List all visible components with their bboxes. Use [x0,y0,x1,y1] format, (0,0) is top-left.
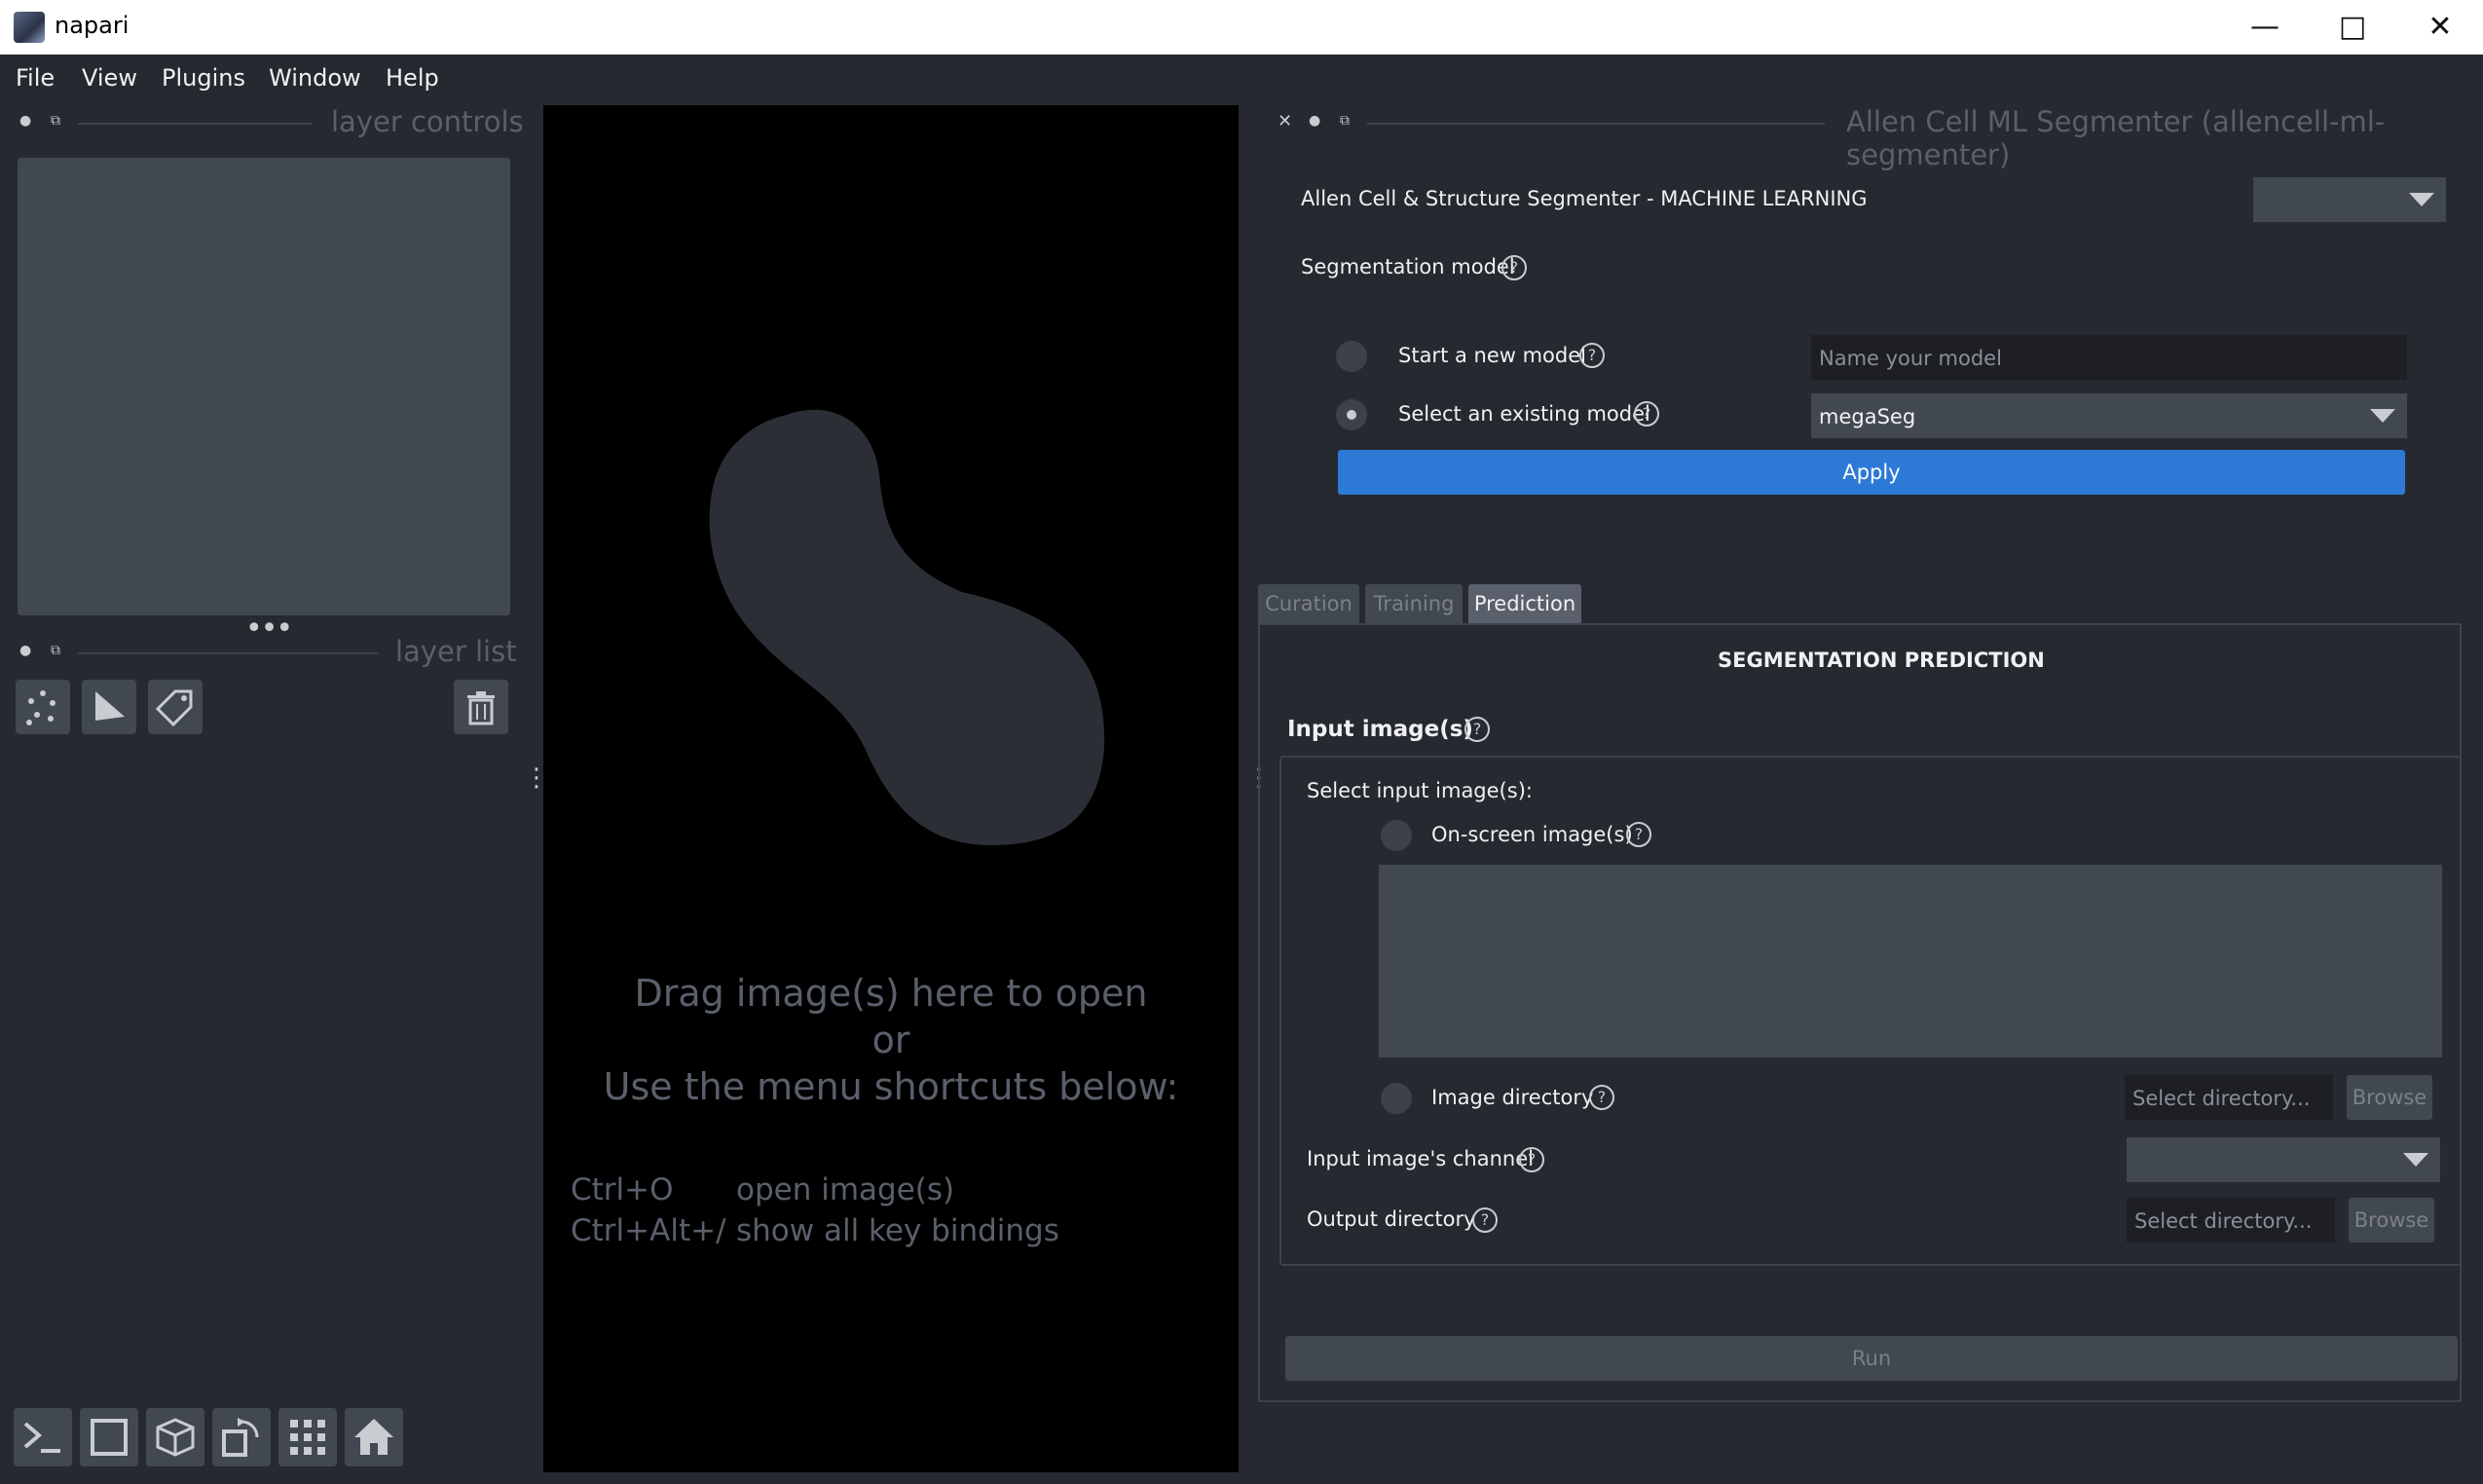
reset-view-button[interactable] [345,1408,403,1466]
shortcut-keys: Ctrl+O [571,1172,674,1207]
select-existing-model-label: Select an existing model [1398,402,1650,426]
output-directory-browse-button[interactable]: Browse [2349,1198,2434,1243]
3d-view-button[interactable] [146,1408,204,1466]
dock-close-icon[interactable]: ● [19,643,31,658]
dock-float-icon[interactable]: ⧉ [51,113,60,129]
chevron-down-icon [2403,1153,2428,1167]
output-directory-label: Output directory [1307,1207,1476,1231]
roll-dims-button[interactable] [212,1408,271,1466]
maximize-icon[interactable]: □ [2325,8,2380,47]
image-directory-browse-button[interactable]: Browse [2347,1075,2432,1120]
existing-model-dropdown[interactable]: megaSeg [1811,393,2407,438]
help-icon[interactable]: ? [1589,1085,1614,1110]
plugin-float-icon[interactable]: ⧉ [1340,113,1350,129]
channel-dropdown[interactable] [2127,1137,2440,1182]
menu-window[interactable]: Window [269,64,361,92]
layer-controls-title: layer controls [331,105,524,138]
shortcut-action: show all key bindings [736,1213,1059,1248]
menu-plugins[interactable]: Plugins [162,64,245,92]
help-icon[interactable]: ? [1579,343,1605,368]
dock-splitter-handle[interactable]: ••• [245,612,293,646]
welcome-line-3: Use the menu shortcuts below: [603,1065,1179,1108]
console-button[interactable] [14,1408,72,1466]
new-shapes-layer-button[interactable] [82,680,136,734]
2d-view-icon [91,1419,128,1456]
window-title: napari [55,12,130,39]
image-directory-input[interactable]: Select directory... [2125,1075,2333,1120]
start-new-model-label: Start a new model [1398,344,1586,367]
minimize-icon[interactable]: — [2238,8,2292,47]
layer-list-title: layer list [395,635,517,668]
header-dropdown[interactable] [2253,177,2446,222]
new-points-layer-button[interactable] [16,680,70,734]
help-icon[interactable]: ? [1634,401,1659,427]
dock-close-icon[interactable]: ● [19,113,31,129]
output-directory-input[interactable]: Select directory... [2127,1198,2335,1243]
menu-file[interactable]: File [16,64,55,92]
image-directory-label: Image directory [1431,1086,1594,1109]
dock-divider [78,123,312,125]
title-bar: napari — □ ✕ [0,0,2483,55]
dock-divider [1367,123,1825,125]
run-button[interactable]: Run [1285,1336,2458,1381]
roll-icon [222,1418,259,1457]
dock-divider [78,652,378,654]
help-icon[interactable]: ? [1472,1207,1498,1233]
napari-logo-icon [14,12,45,43]
plugin-close-icon[interactable]: ✕ [1278,111,1292,131]
section-title: SEGMENTATION PREDICTION [1718,649,2045,672]
help-icon[interactable]: ? [1464,717,1490,742]
shortcut-action: open image(s) [736,1172,955,1207]
grid-icon [290,1420,325,1455]
console-icon [23,1422,60,1453]
welcome-line-1: Drag image(s) here to open [634,972,1148,1015]
onscreen-images-radio[interactable] [1381,820,1412,851]
image-directory-radio[interactable] [1381,1083,1412,1114]
2d-3d-toggle-button[interactable] [80,1408,138,1466]
model-name-input[interactable]: Name your model [1811,335,2407,380]
plugin-hide-icon[interactable]: ● [1309,113,1320,129]
help-icon[interactable]: ? [1519,1147,1544,1172]
menu-view[interactable]: View [82,64,137,92]
dock-float-icon[interactable]: ⧉ [51,643,60,658]
grid-mode-button[interactable] [278,1408,337,1466]
napari-watermark-logo-icon [709,409,1105,845]
points-icon [26,690,56,725]
viewer-canvas[interactable]: Drag image(s) here to open or Use the me… [543,105,1239,1472]
close-icon[interactable]: ✕ [2413,8,2467,47]
tab-prediction[interactable]: Prediction [1468,584,1581,623]
channel-label: Input image's channel [1307,1147,1534,1170]
segmentation-model-label: Segmentation model [1301,255,1515,278]
help-icon[interactable]: ? [1626,822,1651,847]
shortcut-keys: Ctrl+Alt+/ [571,1213,726,1248]
apply-button[interactable]: Apply [1338,450,2405,495]
plugin-title: Allen Cell ML Segmenter (allencell-ml-se… [1846,105,2386,171]
help-icon[interactable]: ? [1501,255,1527,280]
labels-icon [156,689,193,726]
right-dock-resize-handle[interactable]: ⋮ [1246,765,1272,791]
chevron-down-icon [2370,409,2395,423]
welcome-line-2: or [871,1019,910,1061]
canvas-welcome-message: Drag image(s) here to open or Use the me… [543,970,1239,1110]
menu-bar: File View Plugins Window Help [0,55,2483,105]
tab-training[interactable]: Training [1365,584,1463,623]
chevron-down-icon [2409,193,2434,206]
new-labels-layer-button[interactable] [148,680,203,734]
start-new-model-radio[interactable] [1336,341,1367,372]
shapes-icon [95,691,125,721]
input-images-label: Input image(s) [1287,717,1473,742]
onscreen-images-label: On-screen image(s) [1431,823,1633,846]
select-existing-model-radio[interactable] [1336,399,1367,430]
delete-layer-button[interactable] [454,680,508,734]
left-dock-resize-handle[interactable]: ⋮ [524,765,549,791]
onscreen-images-list[interactable] [1379,865,2442,1057]
home-icon [354,1419,393,1455]
layer-controls-panel [18,158,510,615]
select-input-label: Select input image(s): [1307,779,1533,802]
trash-icon [467,691,495,725]
3d-view-icon [156,1418,195,1457]
menu-help[interactable]: Help [386,64,439,92]
plugin-header-label: Allen Cell & Structure Segmenter - MACHI… [1301,187,1868,210]
tab-curation[interactable]: Curation [1258,584,1359,623]
